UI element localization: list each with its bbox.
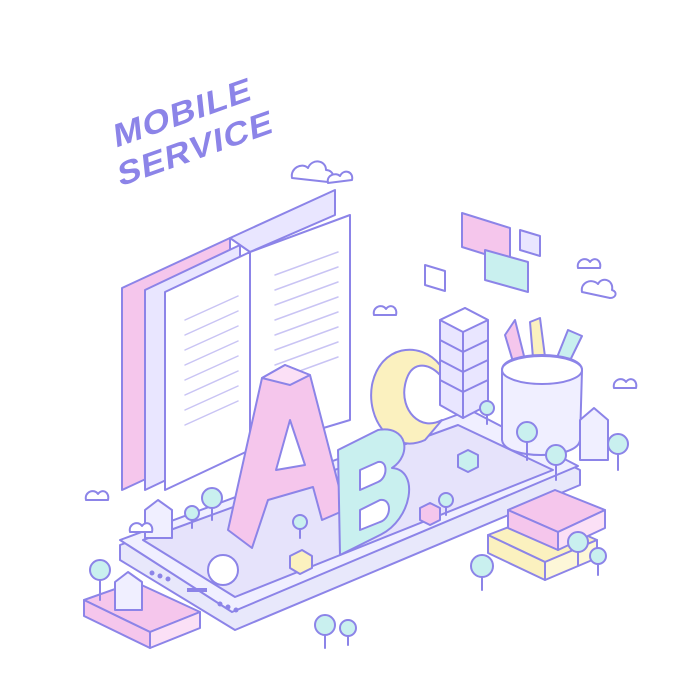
isometric-scene xyxy=(83,160,638,649)
illustration-canvas: MOBILE SERVICE xyxy=(0,0,700,700)
floating-squares xyxy=(424,212,541,293)
pencil-cup-icon xyxy=(501,317,583,456)
building-icon xyxy=(439,307,489,419)
